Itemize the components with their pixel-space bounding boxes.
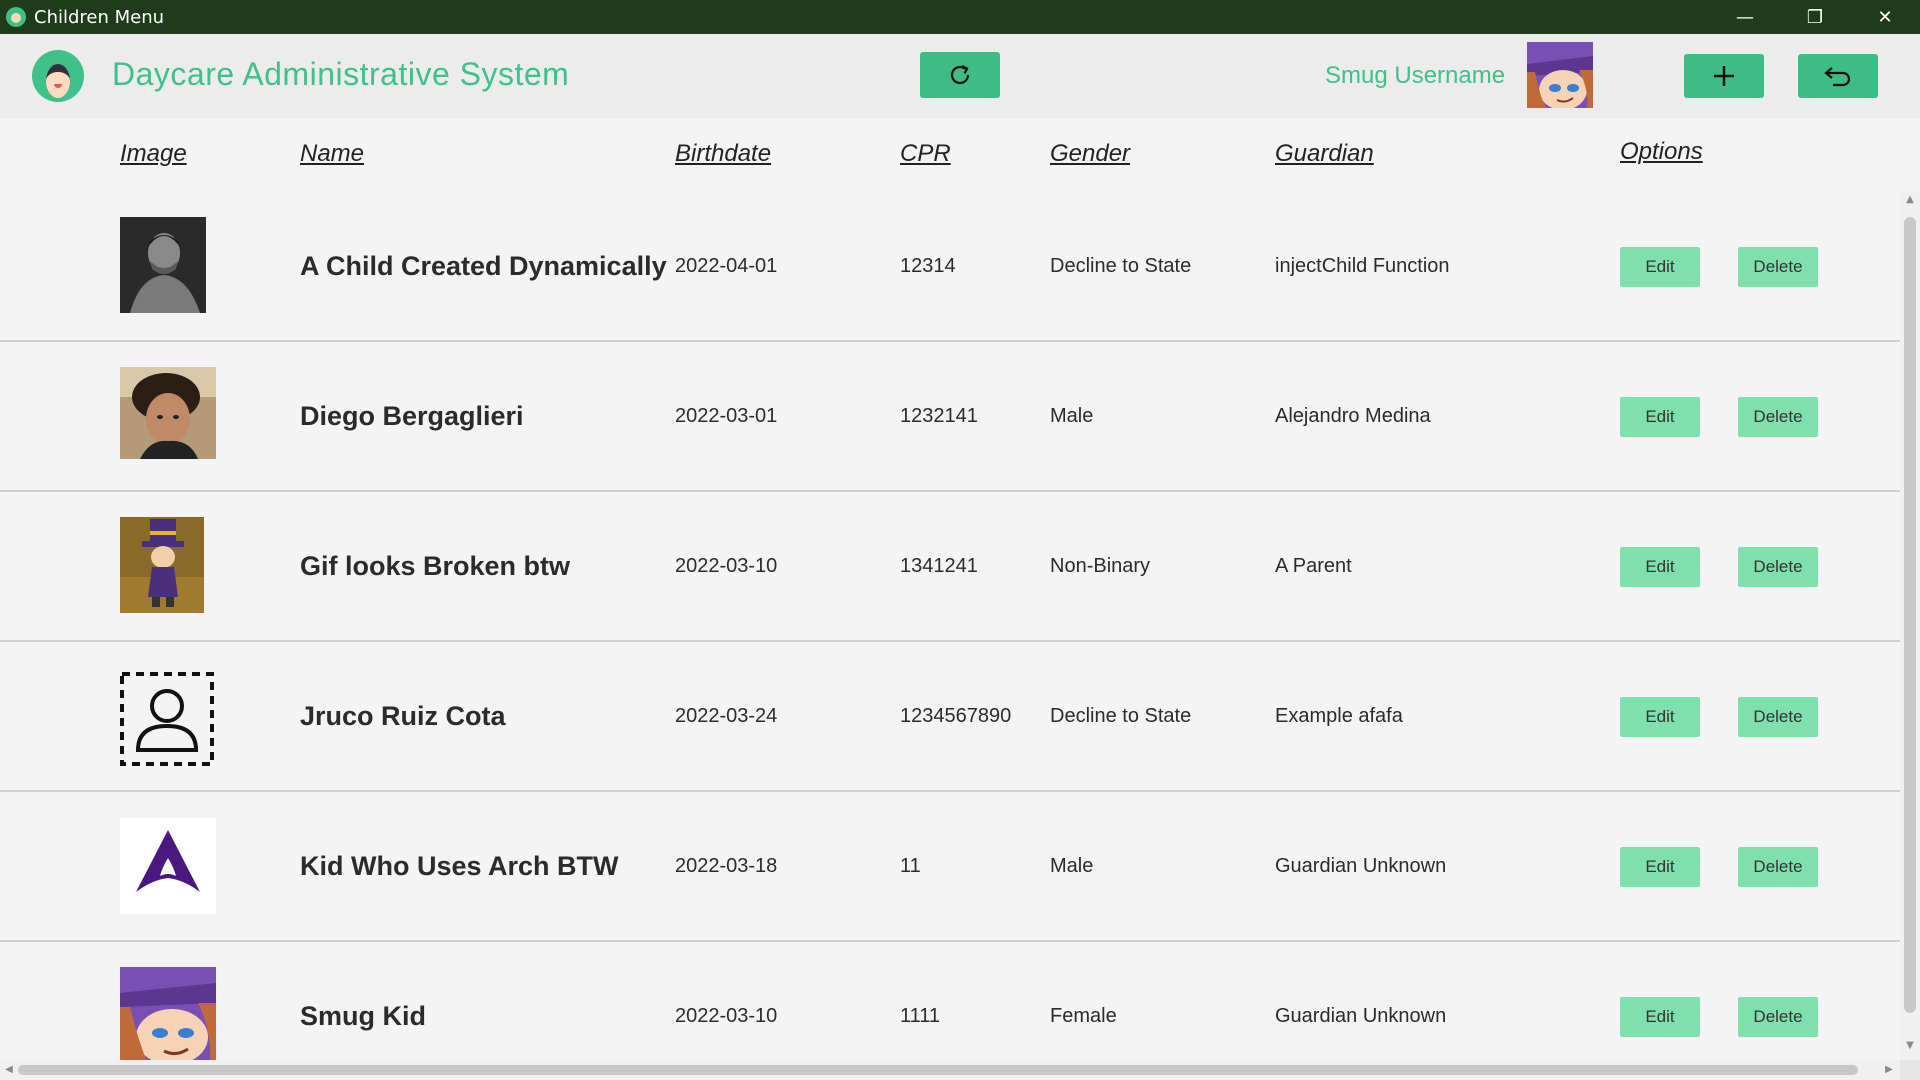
child-cpr: 11 bbox=[900, 854, 921, 877]
back-button[interactable] bbox=[1798, 54, 1878, 98]
horizontal-scroll-thumb[interactable] bbox=[18, 1065, 1858, 1075]
child-guardian: Guardian Unknown bbox=[1275, 1004, 1447, 1027]
vertical-scroll-thumb[interactable] bbox=[1904, 217, 1916, 1013]
app-icon bbox=[6, 7, 26, 27]
child-gender: Male bbox=[1050, 854, 1094, 877]
edit-button[interactable]: Edit bbox=[1620, 547, 1700, 587]
child-name: Diego Bergaglieri bbox=[300, 400, 524, 431]
child-cpr: 1111 bbox=[900, 1004, 941, 1027]
delete-button[interactable]: Delete bbox=[1738, 997, 1818, 1037]
child-name: Jruco Ruiz Cota bbox=[300, 700, 506, 731]
child-image bbox=[120, 217, 206, 313]
child-image bbox=[120, 517, 204, 613]
edit-button[interactable]: Edit bbox=[1620, 397, 1700, 437]
delete-button[interactable]: Delete bbox=[1738, 247, 1818, 287]
scrollbar-corner bbox=[1900, 1060, 1920, 1080]
child-birthdate: 2022-03-10 bbox=[675, 1004, 778, 1027]
child-guardian: injectChild Function bbox=[1275, 254, 1450, 277]
child-gender: Female bbox=[1050, 1004, 1117, 1027]
window-controls: — ❐ ✕ bbox=[1710, 0, 1920, 34]
child-birthdate: 2022-04-01 bbox=[675, 254, 778, 277]
child-guardian: A Parent bbox=[1275, 554, 1352, 577]
table-row: A Child Created Dynamically 2022-04-01 1… bbox=[0, 192, 1900, 343]
child-name: Kid Who Uses Arch BTW bbox=[300, 850, 619, 881]
username-label: Smug Username bbox=[1325, 62, 1506, 89]
scroll-up-arrow-icon[interactable]: ▲ bbox=[1900, 194, 1920, 212]
delete-button[interactable]: Delete bbox=[1738, 697, 1818, 737]
child-name: Smug Kid bbox=[300, 1000, 426, 1031]
column-header-guardian: Guardian bbox=[1275, 140, 1374, 167]
close-button[interactable]: ✕ bbox=[1850, 0, 1920, 34]
plus-icon bbox=[1714, 66, 1734, 86]
table-row: Jruco Ruiz Cota 2022-03-24 1234567890 De… bbox=[0, 642, 1900, 793]
delete-button[interactable]: Delete bbox=[1738, 397, 1818, 437]
refresh-button[interactable] bbox=[920, 52, 1000, 98]
edit-button[interactable]: Edit bbox=[1620, 847, 1700, 887]
child-birthdate: 2022-03-18 bbox=[675, 854, 778, 877]
child-gender: Decline to State bbox=[1050, 254, 1192, 277]
undo-arrow-icon bbox=[1824, 67, 1851, 87]
child-guardian: Alejandro Medina bbox=[1275, 404, 1431, 427]
edit-button[interactable]: Edit bbox=[1620, 247, 1700, 287]
column-header-gender: Gender bbox=[1050, 140, 1131, 167]
window-titlebar: Children Menu — ❐ ✕ bbox=[0, 0, 1920, 34]
child-cpr: 1341241 bbox=[900, 554, 978, 577]
add-child-button[interactable] bbox=[1684, 54, 1764, 98]
scroll-right-arrow-icon[interactable]: ▶ bbox=[1880, 1060, 1898, 1080]
column-header-image: Image bbox=[120, 140, 187, 167]
child-guardian: Guardian Unknown bbox=[1275, 854, 1447, 877]
table-row: Kid Who Uses Arch BTW 2022-03-18 11 Male… bbox=[0, 792, 1900, 943]
child-name: Gif looks Broken btw bbox=[300, 550, 571, 581]
placeholder-user-icon bbox=[120, 672, 214, 766]
user-avatar[interactable] bbox=[1527, 42, 1593, 108]
daycare-logo-icon bbox=[32, 50, 84, 102]
horizontal-scrollbar[interactable]: ◀ ▶ bbox=[0, 1060, 1900, 1080]
column-header-cpr: CPR bbox=[900, 140, 951, 167]
window-title: Children Menu bbox=[34, 6, 165, 28]
child-name: A Child Created Dynamically bbox=[300, 250, 667, 281]
table-row: Gif looks Broken btw 2022-03-10 1341241 … bbox=[0, 492, 1900, 643]
scroll-left-arrow-icon[interactable]: ◀ bbox=[0, 1060, 18, 1080]
child-birthdate: 2022-03-10 bbox=[675, 554, 778, 577]
edit-button[interactable]: Edit bbox=[1620, 697, 1700, 737]
child-gender: Male bbox=[1050, 404, 1094, 427]
child-image bbox=[120, 367, 216, 459]
child-gender: Decline to State bbox=[1050, 704, 1192, 727]
table-row: Smug Kid 2022-03-10 1111 Female Guardian… bbox=[0, 942, 1900, 1060]
column-header-birthdate: Birthdate bbox=[675, 140, 772, 167]
column-header-name: Name bbox=[300, 140, 365, 167]
column-header-options: Options bbox=[1620, 138, 1703, 165]
delete-button[interactable]: Delete bbox=[1738, 847, 1818, 887]
scroll-down-arrow-icon[interactable]: ▼ bbox=[1900, 1040, 1920, 1058]
child-guardian: Example afafa bbox=[1275, 704, 1403, 727]
child-cpr: 12314 bbox=[900, 254, 956, 277]
child-birthdate: 2022-03-24 bbox=[675, 704, 778, 727]
minimize-button[interactable]: — bbox=[1710, 0, 1780, 34]
app-title: Daycare Administrative System bbox=[112, 56, 570, 92]
child-gender: Non-Binary bbox=[1050, 554, 1151, 577]
child-cpr: 1232141 bbox=[900, 404, 978, 427]
child-birthdate: 2022-03-01 bbox=[675, 404, 778, 427]
child-image bbox=[120, 967, 216, 1060]
vertical-scrollbar[interactable]: ▲ ▼ bbox=[1900, 192, 1920, 1060]
refresh-icon bbox=[950, 65, 970, 85]
edit-button[interactable]: Edit bbox=[1620, 997, 1700, 1037]
delete-button[interactable]: Delete bbox=[1738, 547, 1818, 587]
restore-button[interactable]: ❐ bbox=[1780, 0, 1850, 34]
children-list: A Child Created Dynamically 2022-04-01 1… bbox=[0, 192, 1900, 1060]
arch-logo-icon bbox=[120, 818, 216, 914]
child-cpr: 1234567890 bbox=[900, 704, 1012, 727]
table-row: Diego Bergaglieri 2022-03-01 1232141 Mal… bbox=[0, 342, 1900, 493]
app-header: Daycare Administrative System Smug Usern… bbox=[0, 34, 1920, 118]
